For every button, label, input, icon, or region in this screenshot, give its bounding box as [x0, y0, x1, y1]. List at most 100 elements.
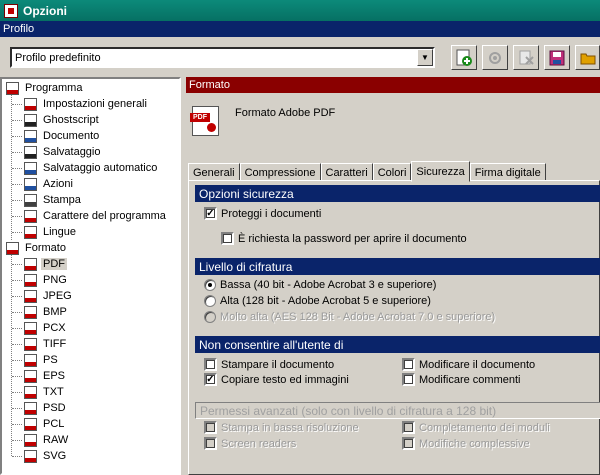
encryption-low-label: Bassa (40 bit - Adobe Acrobat 3 e superi… [220, 279, 437, 291]
encryption-level-title: Livello di cifratura [195, 258, 600, 275]
tree-item-programma[interactable]: Programma [6, 80, 84, 96]
tree-item-psd[interactable]: PSD [24, 400, 68, 416]
tree-item-label: EPS [43, 370, 66, 382]
tree-item-documento[interactable]: Documento [24, 128, 101, 144]
restrict-modify-checkbox[interactable]: Modificare il documento [402, 358, 535, 371]
tree-item-formato[interactable]: Formato [6, 240, 68, 256]
advanced-permissions-title: Permessi avanzati (solo con livello di c… [195, 402, 600, 419]
tree-connector [12, 296, 22, 297]
protect-documents-checkbox[interactable]: ✓ Proteggi i documenti [204, 207, 321, 220]
tree-item-carattere-del-programma[interactable]: Carattere del programma [24, 208, 168, 224]
app-icon [4, 3, 18, 18]
restrict-copy-checkbox[interactable]: ✓ Copiare testo ed immagini [204, 373, 349, 386]
open-profile-button[interactable] [575, 45, 600, 70]
encryption-low-radio[interactable]: Bassa (40 bit - Adobe Acrobat 3 e superi… [204, 279, 436, 291]
encryption-high-radio[interactable]: Alta (128 bit - Adobe Acrobat 5 e superi… [204, 295, 431, 307]
tree-connector [12, 408, 22, 409]
tree-item-stampa[interactable]: Stampa [24, 192, 83, 208]
format-section-header: Formato [186, 77, 600, 93]
tree-connector [12, 392, 22, 393]
format-tabs: Generali Compressione Caratteri Colori Sicur… [188, 161, 546, 182]
tree-item-label: Stampa [43, 194, 81, 206]
tree-item-azioni[interactable]: Azioni [24, 176, 75, 192]
tree-connector [12, 376, 22, 377]
profile-settings-button[interactable] [482, 45, 508, 70]
tree-connector [12, 424, 22, 425]
encryption-very-high-label: Molto alta (AES 128 Bit - Adobe Acrobat … [220, 311, 496, 323]
tree-item-salvataggio[interactable]: Salvataggio [24, 144, 103, 160]
profile-section-header: Profilo [0, 21, 600, 37]
tree-item-label: PCX [43, 322, 66, 334]
restrict-copy-box[interactable]: ✓ [204, 373, 217, 386]
format-header: PDF Formato Adobe PDF [186, 93, 600, 153]
restrict-comments-box[interactable] [402, 373, 415, 386]
profile-select-value: Profilo predefinito [15, 51, 101, 64]
low-res-print-label: Stampa in bassa risoluzione [221, 421, 359, 434]
restrict-comments-checkbox[interactable]: Modificare commenti [402, 373, 520, 386]
save-profile-button[interactable] [544, 45, 570, 70]
actions-icon [24, 177, 37, 191]
tree-item-jpeg[interactable]: JPEG [24, 288, 74, 304]
screen-readers-label: Screen readers [221, 437, 297, 450]
ghostscript-icon [24, 113, 37, 127]
tree-connector [12, 200, 22, 201]
protect-documents-box[interactable]: ✓ [204, 207, 217, 220]
encryption-high-dot[interactable] [204, 295, 216, 307]
delete-profile-icon [519, 50, 534, 65]
tab-sicurezza[interactable]: Sicurezza [411, 161, 470, 182]
format-section-label: Formato [189, 79, 230, 91]
chevron-down-icon[interactable]: ▼ [417, 49, 433, 66]
add-profile-button[interactable] [451, 45, 477, 70]
restrict-print-box[interactable] [204, 358, 217, 371]
tree-item-raw[interactable]: RAW [24, 432, 70, 448]
tree-item-lingue[interactable]: Lingue [24, 224, 78, 240]
save-icon [24, 145, 37, 159]
tree-item-label: Carattere del programma [43, 210, 166, 222]
tree-item-ps[interactable]: PS [24, 352, 60, 368]
tree-item-pcl[interactable]: PCL [24, 416, 66, 432]
tree-item-label: RAW [43, 434, 69, 446]
restrict-print-checkbox[interactable]: Stampare il documento [204, 358, 334, 371]
tree-item-label: Formato [25, 242, 66, 254]
fill-forms-box [402, 421, 415, 434]
tree-item-svg[interactable]: SVG [24, 448, 68, 464]
tree-item-png[interactable]: PNG [24, 272, 69, 288]
tree-item-tiff[interactable]: TIFF [24, 336, 68, 352]
assembly-box [402, 437, 415, 450]
restrict-comments-label: Modificare commenti [419, 373, 521, 386]
encryption-low-dot[interactable] [204, 279, 216, 291]
settings-profile-icon [489, 51, 501, 64]
tree-item-label: Ghostscript [43, 114, 99, 126]
tree-item-ghostscript[interactable]: Ghostscript [24, 112, 101, 128]
window-title-bar[interactable]: Opzioni [0, 0, 600, 21]
require-password-box[interactable] [221, 232, 234, 245]
tree-item-label: PCL [43, 418, 65, 430]
tree-item-label: TIFF [43, 338, 67, 350]
tree-item-pdf[interactable]: PDF [24, 256, 67, 272]
tree-item-eps[interactable]: EPS [24, 368, 67, 384]
require-password-checkbox[interactable]: È richiesta la password per aprire il do… [221, 232, 467, 245]
tree-connector [11, 255, 12, 456]
tree-item-label: JPEG [43, 290, 72, 302]
restrict-modify-box[interactable] [402, 358, 415, 371]
tree-item-txt[interactable]: TXT [24, 384, 66, 400]
tree-item-impostazioni-generali[interactable]: Impostazioni generali [24, 96, 149, 112]
tree-connector [12, 456, 22, 457]
tree-item-pcx[interactable]: PCX [24, 320, 68, 336]
tree-connector [12, 168, 22, 169]
delete-profile-button[interactable] [513, 45, 539, 70]
tree-item-label: Salvataggio automatico [43, 162, 158, 174]
screen-readers-box [204, 437, 217, 450]
tree-item-salvataggio-automatico[interactable]: Salvataggio automatico [24, 160, 159, 176]
options-tree[interactable]: Programma Impostazioni generali Ghostscrip… [0, 77, 181, 475]
profile-select[interactable]: Profilo predefinito ▼ [10, 47, 435, 68]
tree-connector [12, 312, 22, 313]
pdf-icon-seal [207, 123, 216, 132]
format-title: Formato Adobe PDF [235, 107, 336, 119]
restrictions-title: Non consentire all'utente di [195, 336, 600, 353]
assembly-label: Modifiche complessive [419, 437, 530, 450]
raw-icon [24, 433, 37, 447]
security-options-group: Opzioni sicurezza ✓ Proteggi i documenti… [195, 185, 600, 254]
printer-icon [24, 193, 37, 207]
tree-item-bmp[interactable]: BMP [24, 304, 69, 320]
